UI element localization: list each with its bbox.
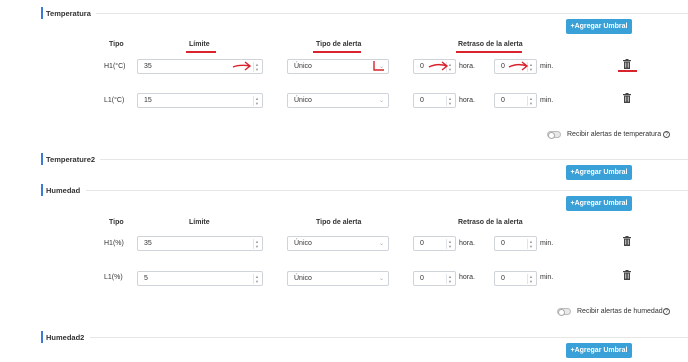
hours-unit: hora. xyxy=(459,63,475,70)
help-icon[interactable]: ? xyxy=(663,131,670,138)
annotation-underline xyxy=(186,51,216,53)
spin-buttons[interactable]: ▲ ▼ xyxy=(446,274,453,284)
minutes-input[interactable]: 0 ▲ ▼ xyxy=(494,236,537,251)
header-tipo-alerta: Tipo de alerta xyxy=(316,219,362,226)
annotation-arrow xyxy=(508,61,529,71)
section-title-temperature2: Temperature2 xyxy=(46,155,96,164)
minutes-unit: min. xyxy=(540,63,554,70)
section-title-humedad: Humedad xyxy=(46,186,81,195)
trash-icon[interactable] xyxy=(623,270,631,280)
header-tipo-alerta: Tipo de alerta xyxy=(316,41,362,48)
section-title-temperatura: Temperatura xyxy=(46,9,91,18)
annotation-arrow xyxy=(232,61,252,71)
section-marker xyxy=(41,153,43,165)
header-retraso: Retraso de la alerta xyxy=(458,41,523,48)
annotation-arrow xyxy=(428,61,449,71)
add-threshold-button[interactable]: +Agregar Umbral xyxy=(566,196,632,211)
alerts-toggle[interactable] xyxy=(547,131,561,138)
annotation-underline xyxy=(456,51,522,53)
header-tipo: Tipo xyxy=(109,219,124,226)
minutes-input[interactable]: 0 ▲ ▼ xyxy=(494,93,537,108)
row-type-label: H1(°C) xyxy=(104,63,126,70)
annotation-mark xyxy=(373,61,384,71)
spin-buttons[interactable]: ▲ ▼ xyxy=(527,274,534,284)
hours-unit: hora. xyxy=(459,97,475,104)
header-limite: Límite xyxy=(189,219,210,226)
row-type-label: L1(°C) xyxy=(104,97,125,104)
limit-input[interactable]: 35 ▲ ▼ xyxy=(137,236,263,251)
alert-type-select[interactable]: Único ⌄ xyxy=(287,236,389,251)
alert-type-select[interactable]: Único ⌄ xyxy=(287,93,389,108)
add-threshold-button[interactable]: +Agregar Umbral xyxy=(566,165,632,180)
section-divider xyxy=(86,190,688,191)
section-marker xyxy=(41,331,43,343)
toggle-label: Recibir alertas de humedad xyxy=(577,308,663,315)
minutes-unit: min. xyxy=(540,97,554,104)
spin-buttons[interactable]: ▲ ▼ xyxy=(527,239,534,249)
spin-buttons[interactable]: ▲ ▼ xyxy=(527,96,534,106)
row-type-label: H1(%) xyxy=(104,240,124,247)
hours-input[interactable]: 0 ▲ ▼ xyxy=(413,271,456,286)
annotation-underline xyxy=(618,70,637,72)
alerts-toggle[interactable] xyxy=(557,308,571,315)
spin-buttons[interactable]: ▲ ▼ xyxy=(446,96,453,106)
annotation-underline xyxy=(313,51,361,53)
trash-icon[interactable] xyxy=(623,236,631,246)
minutes-input[interactable]: 0 ▲ ▼ xyxy=(494,271,537,286)
trash-icon[interactable] xyxy=(623,59,631,69)
spin-buttons[interactable]: ▲ ▼ xyxy=(253,239,260,249)
hours-unit: hora. xyxy=(459,240,475,247)
section-marker xyxy=(41,7,43,19)
header-limite: Límite xyxy=(189,41,210,48)
chevron-down-icon: ⌄ xyxy=(378,241,384,247)
section-title-humedad2: Humedad2 xyxy=(46,333,85,342)
alert-type-select[interactable]: Único ⌄ xyxy=(287,271,389,286)
spin-buttons[interactable]: ▲ ▼ xyxy=(253,96,260,106)
hours-unit: hora. xyxy=(459,274,475,281)
limit-input[interactable]: 5 ▲ ▼ xyxy=(137,271,263,286)
trash-icon[interactable] xyxy=(623,93,631,103)
spin-buttons[interactable]: ▲ ▼ xyxy=(446,239,453,249)
add-threshold-button[interactable]: +Agregar Umbral xyxy=(566,19,632,34)
help-icon[interactable]: ? xyxy=(663,308,670,315)
minutes-unit: min. xyxy=(540,240,554,247)
chevron-down-icon: ⌄ xyxy=(378,98,384,104)
row-type-label: L1(%) xyxy=(104,274,123,281)
hours-input[interactable]: 0 ▲ ▼ xyxy=(413,236,456,251)
chevron-down-icon: ⌄ xyxy=(378,276,384,282)
hours-input[interactable]: 0 ▲ ▼ xyxy=(413,93,456,108)
section-divider xyxy=(100,159,688,160)
minutes-unit: min. xyxy=(540,274,554,281)
add-threshold-button[interactable]: +Agregar Umbral xyxy=(566,343,632,358)
spin-buttons[interactable]: ▲ ▼ xyxy=(253,62,260,72)
toggle-label: Recibir alertas de temperatura xyxy=(567,131,662,138)
spin-buttons[interactable]: ▲ ▼ xyxy=(253,274,260,284)
section-divider xyxy=(96,13,688,14)
limit-input[interactable]: 15 ▲ ▼ xyxy=(137,93,263,108)
section-marker xyxy=(41,184,43,196)
header-retraso: Retraso de la alerta xyxy=(458,219,523,226)
section-divider xyxy=(90,337,688,338)
header-tipo: Tipo xyxy=(109,41,124,48)
